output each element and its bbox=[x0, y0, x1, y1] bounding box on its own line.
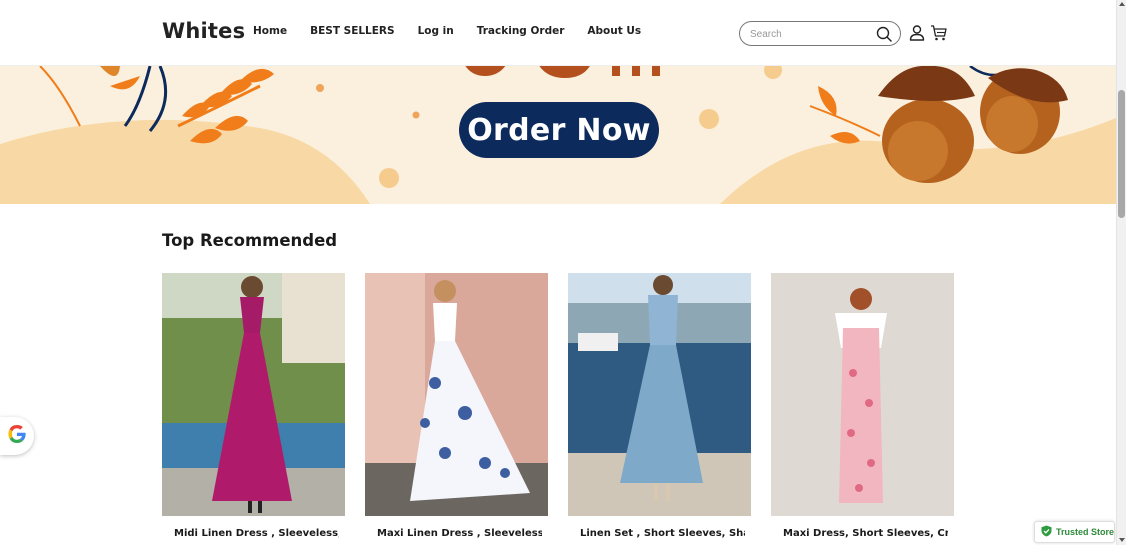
order-now-button[interactable]: Order Now bbox=[459, 102, 659, 158]
product-image[interactable] bbox=[162, 273, 345, 516]
product-image[interactable] bbox=[365, 273, 548, 516]
shield-check-icon bbox=[1041, 525, 1052, 539]
product-title[interactable]: Maxi Linen Dress , Sleeveless,... bbox=[377, 528, 542, 539]
scroll-down-arrow-icon[interactable] bbox=[1119, 538, 1125, 542]
product-card[interactable]: Maxi Dress, Short Sleeves, Crew... bbox=[771, 273, 954, 545]
nav-best-sellers[interactable]: BEST SELLERS bbox=[310, 25, 395, 37]
site-header: Whites Home BEST SELLERS Log in Tracking… bbox=[0, 0, 1116, 66]
nav-about-us[interactable]: About Us bbox=[587, 25, 641, 37]
trusted-store-badge[interactable]: Trusted Store bbox=[1034, 521, 1115, 543]
product-card[interactable]: Linen Set , Short Sleeves, Shawl... bbox=[568, 273, 751, 545]
product-card[interactable]: Midi Linen Dress , Sleeveless,... bbox=[162, 273, 345, 545]
product-image[interactable] bbox=[771, 273, 954, 516]
scroll-thumb[interactable] bbox=[1118, 90, 1125, 218]
nav-log-in[interactable]: Log in bbox=[418, 25, 454, 37]
product-title[interactable]: Maxi Dress, Short Sleeves, Crew... bbox=[783, 528, 948, 539]
product-image[interactable] bbox=[568, 273, 751, 516]
trusted-store-label: Trusted Store bbox=[1056, 527, 1115, 537]
search-icon[interactable] bbox=[875, 25, 893, 43]
product-card[interactable]: Maxi Linen Dress , Sleeveless,... bbox=[365, 273, 548, 545]
promo-banner[interactable]: Order Now bbox=[0, 66, 1116, 204]
nav-tracking-order[interactable]: Tracking Order bbox=[477, 25, 565, 37]
search-input[interactable] bbox=[750, 26, 870, 42]
cart-icon[interactable] bbox=[930, 24, 948, 42]
search-box bbox=[739, 21, 901, 46]
main-nav: Home BEST SELLERS Log in Tracking Order … bbox=[253, 25, 664, 37]
google-g-icon bbox=[7, 424, 27, 449]
nav-home[interactable]: Home bbox=[253, 25, 287, 37]
product-title[interactable]: Linen Set , Short Sleeves, Shawl... bbox=[580, 528, 745, 539]
section-title: Top Recommended bbox=[162, 231, 338, 250]
site-logo[interactable]: Whites bbox=[162, 19, 245, 43]
google-reviews-badge[interactable] bbox=[0, 417, 34, 455]
product-title[interactable]: Midi Linen Dress , Sleeveless,... bbox=[174, 528, 339, 539]
scroll-up-arrow-icon[interactable] bbox=[1119, 2, 1125, 6]
account-icon[interactable] bbox=[908, 24, 926, 42]
page-scrollbar[interactable] bbox=[1116, 0, 1126, 545]
